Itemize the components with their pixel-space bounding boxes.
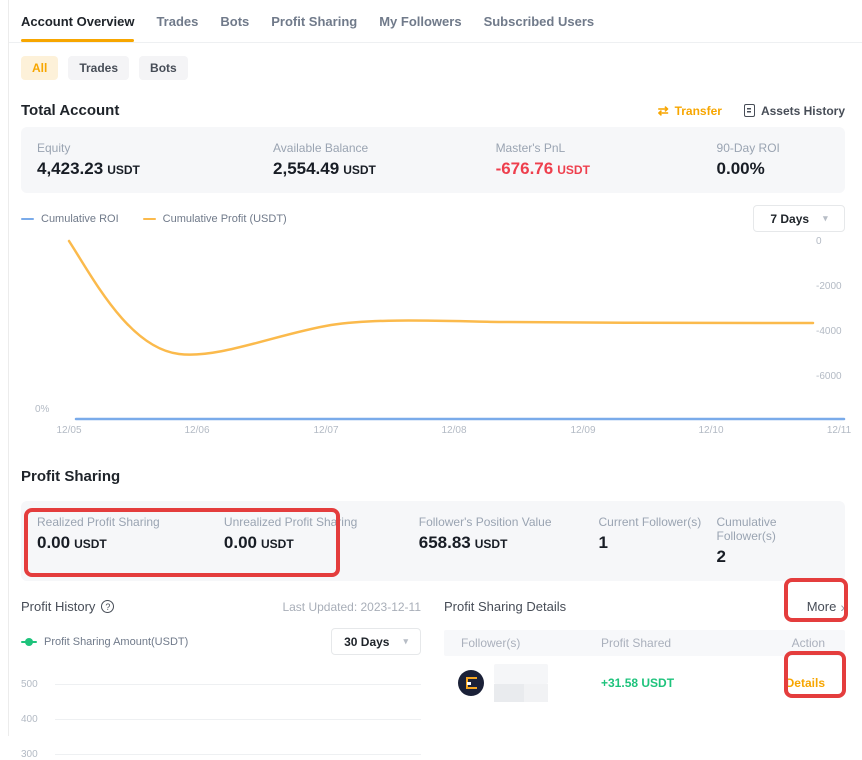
transfer-button[interactable]: ⇄ Transfer (658, 104, 722, 118)
account-overview-page: Account Overview Trades Bots Profit Shar… (8, 0, 862, 736)
avatar-logo-icon (466, 677, 477, 689)
y-axis-tick: 0 (816, 236, 822, 247)
time-range-select-30days[interactable]: 30 Days ▾ (331, 628, 421, 655)
stat-equity: Equity 4,423.23USDT (37, 141, 273, 179)
stat-masters-pnl: Master's PnL -676.76USDT (496, 141, 717, 179)
time-range-select-7days[interactable]: 7 Days ▾ (753, 205, 845, 232)
document-icon (744, 104, 755, 117)
filter-bots[interactable]: Bots (139, 56, 188, 80)
transfer-icon: ⇄ (658, 104, 669, 117)
gridline-400: 400 (21, 714, 421, 725)
last-updated-label: Last Updated: 2023-12-11 (282, 600, 421, 614)
stat-90day-roi: 90-Day ROI 0.00% (717, 141, 829, 179)
stat-unrealized-profit-sharing: Unrealized Profit Sharing 0.00USDT (224, 515, 419, 567)
follower-avatar (458, 670, 484, 696)
tab-trades[interactable]: Trades (156, 14, 198, 42)
y-axis-tick: -4000 (816, 326, 842, 337)
stat-cumulative-followers: Cumulative Follower(s) 2 (717, 515, 829, 567)
profit-sharing-details-title: Profit Sharing Details (444, 599, 566, 614)
table-row: +31.58 USDT Details (444, 656, 845, 710)
follower-cell (458, 664, 601, 702)
filter-pills: All Trades Bots (21, 56, 845, 80)
y-axis-tick-left: 0% (35, 404, 49, 415)
help-icon[interactable]: ? (101, 600, 114, 613)
legend-profit-sharing-amount: Profit Sharing Amount(USDT) (21, 636, 188, 648)
chart-canvas (21, 232, 846, 432)
y-axis-tick: -6000 (816, 371, 842, 382)
chevron-down-icon: ▾ (403, 636, 408, 647)
assets-history-button[interactable]: Assets History (744, 104, 845, 118)
y-axis-tick: -2000 (816, 281, 842, 292)
more-button[interactable]: More › (807, 599, 845, 614)
stat-available-balance: Available Balance 2,554.49USDT (273, 141, 496, 179)
total-account-chart: 0 -2000 -4000 -6000 0% 12/05 12/06 12/07… (21, 232, 845, 442)
stat-follower-position-value: Follower's Position Value 658.83USDT (419, 515, 599, 567)
cumulative-profit-line (69, 241, 813, 355)
gridline-300: 300 (21, 749, 421, 760)
legend-cumulative-profit: Cumulative Profit (USDT) (143, 213, 287, 225)
chevron-down-icon: ▾ (823, 213, 828, 224)
filter-trades[interactable]: Trades (68, 56, 129, 80)
profit-sharing-stats-panel: Realized Profit Sharing 0.00USDT Unreali… (21, 501, 845, 581)
profit-shared-value: +31.58 USDT (601, 676, 773, 690)
filter-all[interactable]: All (21, 56, 58, 80)
follower-name-blurred (494, 664, 550, 702)
tab-my-followers[interactable]: My Followers (379, 14, 461, 42)
tab-bots[interactable]: Bots (220, 14, 249, 42)
profit-sharing-title: Profit Sharing (21, 468, 120, 485)
details-button[interactable]: Details (773, 676, 825, 690)
tab-subscribed-users[interactable]: Subscribed Users (484, 14, 595, 42)
top-tab-bar: Account Overview Trades Bots Profit Shar… (9, 0, 862, 43)
profit-history-title: Profit History (21, 599, 95, 614)
stat-current-followers: Current Follower(s) 1 (599, 515, 717, 567)
total-account-stats-panel: Equity 4,423.23USDT Available Balance 2,… (21, 127, 845, 193)
legend-cumulative-roi: Cumulative ROI (21, 213, 119, 225)
stat-realized-profit-sharing: Realized Profit Sharing 0.00USDT (37, 515, 224, 567)
chevron-right-icon: › (840, 600, 845, 614)
followers-table-header: Follower(s) Profit Shared Action (444, 630, 845, 656)
blue-dash-icon (21, 218, 34, 220)
gridline-500: 500 (21, 679, 421, 690)
tab-profit-sharing[interactable]: Profit Sharing (271, 14, 357, 42)
green-line-dot-icon (21, 641, 37, 643)
orange-dash-icon (143, 218, 156, 220)
total-account-title: Total Account (21, 102, 119, 119)
tab-account-overview[interactable]: Account Overview (21, 14, 134, 42)
